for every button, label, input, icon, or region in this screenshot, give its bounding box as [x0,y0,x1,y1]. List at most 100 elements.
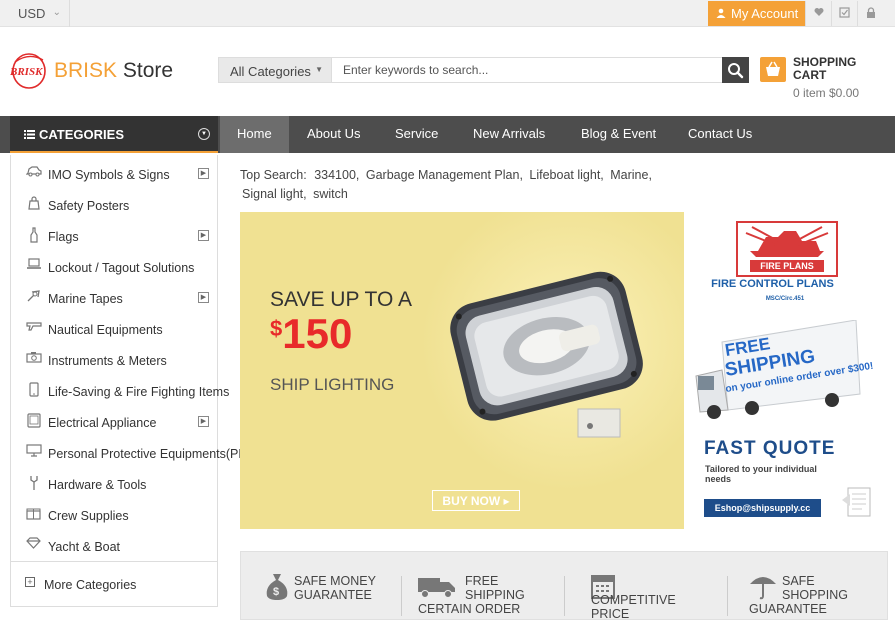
banner-headline: SAVE UP TO A [270,288,413,311]
more-categories-link[interactable]: + More Categories [11,561,217,605]
sidebar-item-imo-symbols[interactable]: IMO Symbols & Signs ▶ [11,158,217,189]
top-search-term[interactable]: Marine, [610,168,652,182]
banner-price-amount: 150 [282,310,353,357]
chevron-right-icon[interactable]: ▶ [198,168,209,179]
shopping-basket-icon[interactable] [760,57,786,82]
sidebar-item-electrical-appliance[interactable]: Electrical Appliance ▶ [11,406,217,437]
sidebar-item-marine-tapes[interactable]: Marine Tapes ▶ [11,282,217,313]
top-search-term[interactable]: 334100, [314,168,359,182]
brand-name: BRISK Store [54,59,173,83]
feature-label: FREE SHIPPING CERTAIN ORDER [418,574,528,616]
sidebar-item-yacht-boat[interactable]: Yacht & Boat [11,530,217,561]
sidebar-item-label: Crew Supplies [48,509,129,523]
my-account-button[interactable]: My Account [708,1,805,26]
search-button[interactable] [722,57,749,83]
sidebar-item-label: Nautical Equipments [48,323,163,337]
car-icon [25,165,42,179]
chevron-down-icon: ⌄ [52,7,61,18]
shopping-cart-title[interactable]: SHOPPING CART [793,56,856,82]
hero-banner[interactable]: SAVE UP TO A $150 SHIP LIGHTING BUY NOW … [240,212,684,529]
tape-icon [25,289,42,303]
nav-item-new-arrivals[interactable]: New Arrivals [467,116,575,153]
sidebar-item-flags[interactable]: Flags ▶ [11,220,217,251]
brisk-emblem-icon: BRISK [10,53,46,89]
nav-item-label: Contact Us [688,126,753,141]
sidebar-item-label: Marine Tapes [48,292,123,306]
fire-plans-logo: FIRE PLANS [736,221,838,277]
checklist-icon[interactable] [831,1,857,26]
buy-now-label: BUY NOW [442,494,501,508]
sidebar-item-label: Personal Protective Equipments(PPE) [48,447,260,461]
banner-price: $150 [270,310,352,358]
feature-safe-money: $ SAFE MONEY GUARANTEE [241,552,401,620]
nav-item-about-us[interactable]: About Us [289,116,389,153]
svg-text:$: $ [273,586,279,598]
circle-chevron-down-icon: ▼ [198,128,210,140]
main-nav: CATEGORIES ▼ Home About Us Service New A… [0,116,895,153]
sidebar-item-crew-supplies[interactable]: Crew Supplies [11,499,217,530]
sidebar-item-label: Flags [48,230,79,244]
sidebar-item-life-saving[interactable]: Life-Saving & Fire Fighting Items [11,375,229,406]
shop-email[interactable]: Eshop@shipsupply.cc [704,499,821,517]
chevron-right-icon[interactable]: ▶ [198,230,209,241]
search-input[interactable] [333,58,723,82]
categories-toggle[interactable]: CATEGORIES ▼ [10,116,218,153]
feature-label: SAFE MONEY GUARANTEE [294,574,376,602]
category-dropdown[interactable]: All Categories ▼ [219,58,332,82]
fire-plans-ad[interactable]: FIRE PLANS FIRE CONTROL PLANS MSC/Circ.4… [690,212,895,529]
feature-line1: SAFE MONEY [294,574,376,588]
cart-summary[interactable]: 0 item $0.00 [793,86,859,100]
diamond-icon [25,537,42,551]
plus-square-icon: + [25,577,35,587]
nav-item-blog-event[interactable]: Blog & Event [575,116,682,153]
lock-icon[interactable] [857,1,883,26]
top-search-term[interactable]: switch [313,187,348,201]
top-search-term[interactable]: Signal light, [242,187,307,201]
feature-line2: GUARANTEE [294,588,372,602]
top-search-term[interactable]: Lifeboat light, [529,168,603,182]
currency-selector[interactable]: USD ⌄ [0,0,70,27]
nav-item-home[interactable]: Home [220,116,289,153]
nav-item-contact-us[interactable]: Contact Us [682,116,772,153]
feature-line1: FREE SHIPPING [465,574,525,602]
sidebar-item-safety-posters[interactable]: Safety Posters [11,189,217,220]
money-bag-icon: $ [266,574,288,600]
phone-icon [25,382,42,397]
sidebar-item-nautical-equipments[interactable]: Nautical Equipments [11,313,217,344]
wishlist-heart-icon[interactable] [805,1,831,26]
feature-label: COMPETITIVE PRICE [591,593,676,620]
sidebar-item-instruments-meters[interactable]: Instruments & Meters [11,344,217,375]
chevron-right-icon[interactable]: ▶ [198,416,209,427]
store-logo[interactable]: BRISK BRISK Store [10,50,200,92]
top-search-term[interactable]: Garbage Management Plan, [366,168,523,182]
sidebar-item-label: IMO Symbols & Signs [48,168,170,182]
caret-down-icon: ▼ [315,65,323,74]
nav-menu: Home About Us Service New Arrivals Blog … [220,116,772,153]
feature-line1: SAFE SHOPPING [782,574,848,602]
feature-line2: PRICE [591,607,630,620]
circular-reference: MSC/Circ.451 [765,296,805,302]
feature-safe-shopping: SAFE SHOPPING GUARANTEE [727,552,887,620]
categories-label: CATEGORIES [39,127,124,142]
feature-free-shipping: FREE SHIPPING CERTAIN ORDER [401,552,561,620]
category-dropdown-label: All Categories [230,64,311,79]
nav-item-label: New Arrivals [473,126,546,141]
sidebar-item-hardware-tools[interactable]: Hardware & Tools [11,468,217,499]
search-icon [728,63,744,79]
ship-icon [745,226,829,257]
user-icon [716,8,726,21]
sidebar-item-lockout-tagout[interactable]: Lockout / Tagout Solutions [11,251,217,282]
nav-item-label: About Us [307,126,361,141]
caret-right-icon: ▸ [503,494,510,508]
sidebar-item-label: Hardware & Tools [48,478,147,492]
chevron-right-icon[interactable]: ▶ [198,292,209,303]
sidebar-item-ppe[interactable]: Personal Protective Equipments(PPE) [11,437,259,468]
feature-line2: GUARANTEE [749,602,827,616]
buy-now-button[interactable]: BUY NOW ▸ [432,490,520,511]
wrench-icon [25,475,42,490]
sidebar-item-label: Lockout / Tagout Solutions [48,261,195,275]
nav-item-service[interactable]: Service [389,116,467,153]
feature-divider [727,576,728,616]
sidebar-item-label: Life-Saving & Fire Fighting Items [48,385,230,399]
top-search-terms: Top Search: 334100, Garbage Management P… [240,166,670,204]
